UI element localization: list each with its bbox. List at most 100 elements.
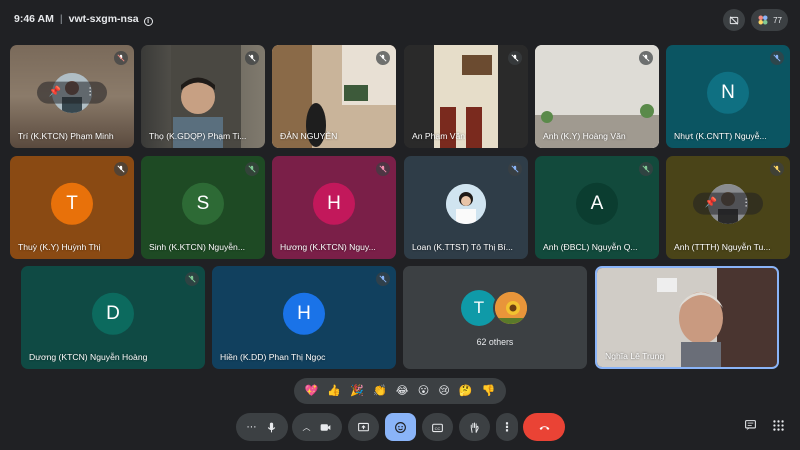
present-screen-icon (358, 422, 369, 431)
reactions-button-active[interactable] (385, 413, 416, 441)
mic-off-icon (639, 162, 653, 176)
participant-tile[interactable]: H Hương (K.KTCN) Nguy... (272, 156, 396, 259)
reaction-clap[interactable]: 👏 (373, 385, 387, 397)
info-icon[interactable]: i (143, 17, 153, 26)
more-vertical-icon: ⋮ (501, 420, 513, 434)
participant-tile[interactable]: ĐẢN NGUYỄN (272, 45, 396, 148)
sunflower-avatar-icon (493, 290, 529, 326)
participant-tile[interactable]: D Dương (KTCN) Nguyễn Hoàng (21, 266, 205, 369)
participant-avatar: A (576, 182, 618, 225)
participant-avatar: S (182, 182, 224, 225)
audio-controls: ⋯ (236, 413, 288, 441)
mic-off-icon (376, 162, 390, 176)
hang-up-icon (539, 425, 549, 430)
more-options-button[interactable]: ⋮ (496, 413, 518, 441)
reaction-party[interactable]: 🎉 (350, 385, 364, 397)
reaction-sad[interactable]: 😢 (438, 385, 449, 397)
mic-off-icon (508, 162, 522, 176)
participant-name: Thuỳ (K.Y) Huỳnh Thị (18, 242, 101, 252)
participant-name: Thọ (K.GDQP) Phạm Ti... (149, 131, 247, 141)
reaction-thumbs-up[interactable]: 👍 (327, 385, 341, 397)
chevron-up-icon[interactable]: ︿ (303, 422, 311, 433)
participant-name: Sinh (K.KTCN) Nguyễn... (149, 242, 245, 252)
reaction-thumbs-down[interactable]: 👎 (482, 385, 496, 397)
mic-off-icon (376, 272, 390, 286)
pin-icon[interactable]: 📌 (49, 87, 61, 98)
mic-off-icon (639, 51, 653, 65)
participant-name: Nghĩa Lê Trung (605, 351, 665, 361)
mic-off-icon (114, 51, 128, 65)
participant-name: Hiền (K.DD) Phan Thị Ngọc (220, 352, 326, 362)
mic-off-icon (508, 51, 522, 65)
participant-tile[interactable]: N Nhựt (K.CNTT) Nguyễ... (666, 45, 790, 148)
participant-tile[interactable]: A Anh (ĐBCL) Nguyễn Q... (535, 156, 659, 259)
reaction-thinking[interactable]: 🤔 (459, 385, 473, 397)
more-options-icon[interactable]: ⋮ (85, 87, 95, 98)
svg-text:CC: CC (435, 425, 441, 430)
mic-off-icon (245, 51, 259, 65)
participant-tile[interactable]: 📌 ⋮ Anh (TTTH) Nguyễn Tu... (666, 156, 790, 259)
participants-avatars-icon (758, 15, 768, 25)
participant-name: ĐẢN NGUYỄN (280, 131, 338, 141)
participant-tile-speaking[interactable]: Nghĩa Lê Trung (595, 266, 779, 369)
top-bar: 9:46 AM | vwt-sxgm-nsa i 77 (0, 0, 800, 40)
participant-avatar: D (92, 292, 134, 335)
audio-options-icon[interactable]: ⋯ (247, 422, 257, 433)
end-call-button[interactable] (523, 413, 565, 441)
participant-avatar: H (313, 182, 355, 225)
mic-off-icon (245, 162, 259, 176)
captions-button[interactable]: CC (422, 413, 453, 441)
meeting-info: 9:46 AM | vwt-sxgm-nsa i (14, 13, 153, 26)
participant-name: An Phạm Văn (412, 131, 466, 141)
chat-icon[interactable] (741, 416, 759, 434)
participant-photo (446, 183, 486, 224)
participant-name: Anh (K.Y) Hoàng Văn (543, 131, 626, 141)
reaction-heart[interactable]: 💖 (305, 385, 319, 397)
participant-tile[interactable]: S Sinh (K.KTCN) Nguyễn... (141, 156, 265, 259)
others-avatar-group: T (461, 290, 533, 328)
emoji-icon (395, 421, 406, 433)
reaction-surprised[interactable]: 😮 (418, 385, 429, 397)
participants-button[interactable]: 77 (751, 9, 788, 31)
participant-avatar: T (461, 290, 497, 326)
participant-name: Hương (K.KTCN) Nguy... (280, 242, 376, 252)
meeting-code: vwt-sxgm-nsa (68, 13, 139, 25)
captions-off-icon[interactable] (723, 9, 746, 31)
participant-tile[interactable]: An Phạm Văn (404, 45, 528, 148)
reaction-bar: 💖 👍 🎉 👏 😂 😮 😢 🤔 👎 (294, 378, 506, 404)
participant-tile[interactable]: 📌 ⋮ Trí (K.KTCN) Phạm Minh (10, 45, 134, 148)
tile-hover-controls[interactable]: 📌 ⋮ (37, 81, 107, 104)
camera-icon[interactable] (319, 421, 332, 434)
tile-hover-controls[interactable]: 📌 ⋮ (693, 192, 763, 215)
participant-name: Loan (K.TTST) Tô Thị Bí... (412, 242, 513, 252)
participant-avatar: N (707, 71, 749, 114)
participant-avatar: H (283, 292, 325, 335)
participant-tile[interactable]: Loan (K.TTST) Tô Thị Bí... (404, 156, 528, 259)
participant-tile[interactable]: Thọ (K.GDQP) Phạm Ti... (141, 45, 265, 148)
pin-icon[interactable]: 📌 (705, 198, 717, 209)
participant-name: Anh (ĐBCL) Nguyễn Q... (543, 242, 638, 252)
participant-avatar: T (51, 182, 93, 225)
participant-tile[interactable]: Anh (K.Y) Hoàng Văn (535, 45, 659, 148)
participant-name: Dương (KTCN) Nguyễn Hoàng (29, 352, 148, 362)
raise-hand-button[interactable] (459, 413, 490, 441)
participant-name: Trí (K.KTCN) Phạm Minh (18, 131, 114, 141)
activities-grid-icon[interactable] (769, 416, 787, 434)
participant-count: 77 (773, 15, 782, 25)
participant-name: Anh (TTTH) Nguyễn Tu... (674, 242, 771, 252)
participant-tile[interactable]: T Thuỳ (K.Y) Huỳnh Thị (10, 156, 134, 259)
participant-name: Nhựt (K.CNTT) Nguyễ... (674, 131, 767, 141)
mic-off-icon (185, 272, 199, 286)
microphone-icon[interactable] (265, 421, 278, 434)
captions-icon: CC (432, 423, 443, 432)
others-tile[interactable]: T 62 others (403, 266, 587, 369)
mic-off-icon (770, 51, 784, 65)
present-button[interactable] (348, 413, 379, 441)
mic-off-icon (114, 162, 128, 176)
others-count-label: 62 others (476, 337, 514, 347)
clock-time: 9:46 AM (14, 13, 54, 25)
participant-tile[interactable]: H Hiền (K.DD) Phan Thị Ngọc (212, 266, 396, 369)
hand-icon (470, 422, 479, 433)
reaction-laugh[interactable]: 😂 (396, 385, 409, 397)
more-options-icon[interactable]: ⋮ (741, 198, 751, 209)
